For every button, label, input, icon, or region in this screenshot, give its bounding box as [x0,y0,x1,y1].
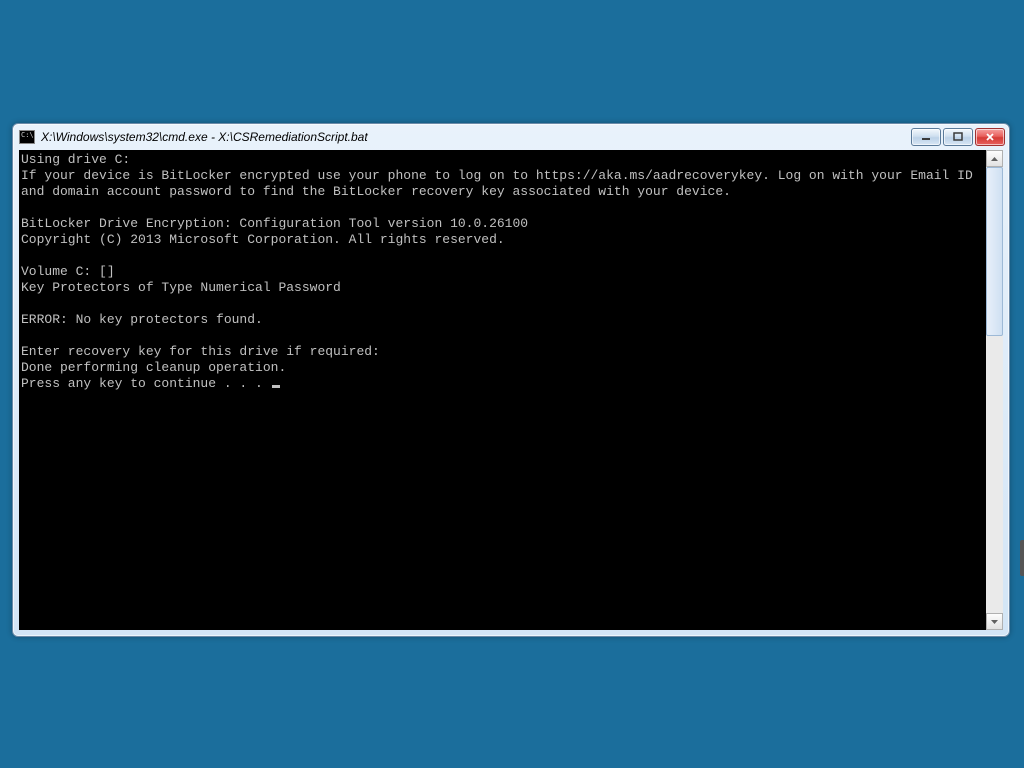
minimize-icon [921,132,931,142]
cmd-window: X:\Windows\system32\cmd.exe - X:\CSRemed… [12,123,1010,637]
minimize-button[interactable] [911,128,941,146]
console-line: Done performing cleanup operation. [21,360,286,375]
vertical-scrollbar[interactable] [986,150,1003,630]
cmd-icon [19,130,35,144]
scroll-track[interactable] [986,167,1003,613]
window-controls [911,128,1005,146]
chevron-down-icon [991,620,998,624]
window-title: X:\Windows\system32\cmd.exe - X:\CSRemed… [41,130,911,144]
console-line: If your device is BitLocker encrypted us… [21,168,981,199]
window-titlebar[interactable]: X:\Windows\system32\cmd.exe - X:\CSRemed… [13,124,1009,150]
scroll-up-button[interactable] [986,150,1003,167]
close-icon [985,132,995,142]
console-line: Press any key to continue . . . [21,376,271,391]
scroll-thumb[interactable] [986,167,1003,336]
console-line: Enter recovery key for this drive if req… [21,344,380,359]
console-output[interactable]: Using drive C: If your device is BitLock… [21,152,985,392]
maximize-button[interactable] [943,128,973,146]
scroll-down-button[interactable] [986,613,1003,630]
chevron-up-icon [991,157,998,161]
side-handle[interactable] [1020,540,1024,576]
console-line: ERROR: No key protectors found. [21,312,263,327]
close-button[interactable] [975,128,1005,146]
maximize-icon [953,132,963,142]
console-line: Using drive C: [21,152,130,167]
console-line: Copyright (C) 2013 Microsoft Corporation… [21,232,505,247]
console-line: Key Protectors of Type Numerical Passwor… [21,280,341,295]
console-client-area: Using drive C: If your device is BitLock… [19,150,1003,630]
console-line: BitLocker Drive Encryption: Configuratio… [21,216,528,231]
text-cursor [272,385,280,388]
console-line: Volume C: [] [21,264,115,279]
